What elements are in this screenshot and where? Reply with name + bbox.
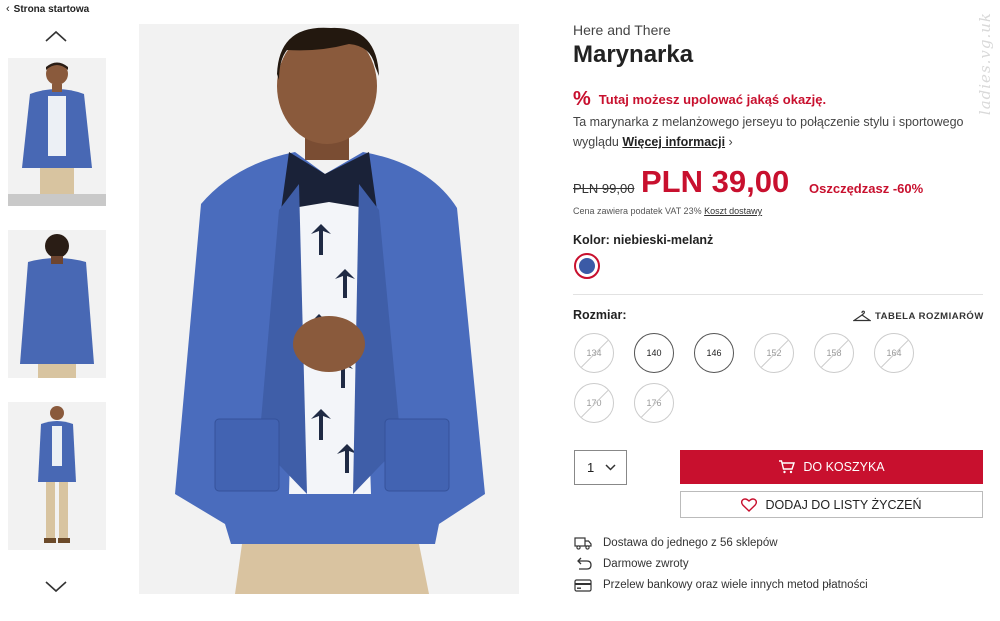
shipping-cost-link[interactable]: Koszt dostawy: [704, 206, 762, 216]
card-icon: [574, 579, 592, 592]
size-option-134: 134: [574, 333, 614, 373]
feature-delivery: Dostawa do jednego z 56 sklepów: [574, 536, 778, 550]
thumbnail-image: [8, 402, 106, 550]
product-title: Marynarka: [573, 41, 694, 68]
feature-returns: Darmowe zwroty: [574, 557, 689, 571]
savings-badge: Oszczędzasz -60%: [809, 181, 924, 196]
feature-text: Przelew bankowy oraz wiele innych metod …: [603, 579, 868, 591]
product-brand[interactable]: Here and There: [573, 22, 671, 38]
product-photo: [139, 24, 519, 594]
size-option-170: 170: [574, 383, 614, 423]
size-table-link[interactable]: TABELA ROZMIARÓW: [853, 310, 984, 322]
old-price: PLN 99,00: [573, 181, 635, 196]
feature-payment: Przelew bankowy oraz wiele innych metod …: [574, 578, 868, 592]
size-option-140[interactable]: 140: [634, 333, 674, 373]
cart-icon: [779, 460, 796, 474]
chevron-down-icon: [45, 581, 67, 593]
truck-icon: [574, 537, 592, 550]
watermark: ladies.vg.uk: [976, 12, 994, 116]
quantity-value: 1: [587, 460, 595, 475]
chevron-down-icon: [605, 464, 616, 471]
size-option-176: 176: [634, 383, 674, 423]
more-info-link[interactable]: Więcej informacji: [622, 135, 725, 149]
thumbnail-image: [8, 230, 106, 378]
thumbnails-down-button[interactable]: [44, 580, 68, 594]
size-option-146[interactable]: 146: [694, 333, 734, 373]
hanger-icon: [853, 310, 871, 322]
deal-text: Tutaj możesz upolować jakąś okazję.: [598, 92, 827, 107]
product-thumbnail-front[interactable]: [8, 58, 106, 206]
product-thumbnail-full[interactable]: [8, 402, 106, 550]
back-link-label: Strona startowa: [13, 3, 90, 15]
thumbnails-up-button[interactable]: [44, 29, 68, 43]
add-to-cart-label: DO KOSZYKA: [803, 460, 885, 474]
heart-icon: [741, 497, 758, 512]
quantity-select[interactable]: 1: [574, 450, 627, 485]
deal-banner: % Tutaj możesz upolować jakąś okazję.: [573, 88, 826, 111]
size-option-152: 152: [754, 333, 794, 373]
size-table-label: TABELA ROZMIARÓW: [875, 310, 984, 322]
feature-text: Darmowe zwroty: [603, 558, 689, 570]
chevron-left-icon: ‹: [6, 3, 10, 15]
product-thumbnail-back[interactable]: [8, 230, 106, 378]
product-main-image[interactable]: [139, 24, 519, 594]
percent-icon: %: [573, 88, 591, 110]
swatch-fill: [579, 258, 595, 274]
thumbnail-image: [8, 58, 106, 194]
return-icon: [577, 557, 592, 570]
color-label: Kolor: niebieski-melanż: [573, 233, 714, 247]
vat-info: Cena zawiera podatek VAT 23% Koszt dosta…: [573, 206, 762, 216]
add-to-cart-button[interactable]: DO KOSZYKA: [680, 450, 983, 484]
size-label: Rozmiar:: [573, 308, 627, 322]
feature-text: Dostawa do jednego z 56 sklepów: [603, 537, 778, 549]
add-to-wishlist-label: DODAJ DO LISTY ŻYCZEŃ: [765, 497, 922, 512]
size-option-164: 164: [874, 333, 914, 373]
chevron-right-icon: ›: [728, 135, 733, 149]
add-to-wishlist-button[interactable]: DODAJ DO LISTY ŻYCZEŃ: [680, 491, 983, 518]
color-swatch-selected[interactable]: [574, 253, 600, 279]
divider: [573, 294, 983, 295]
size-option-158: 158: [814, 333, 854, 373]
chevron-up-icon: [45, 30, 67, 42]
current-price: PLN 39,00: [641, 164, 790, 199]
product-description: Ta marynarka z melanżowego jerseyu to po…: [573, 112, 973, 152]
vat-text: Cena zawiera podatek VAT 23%: [573, 206, 702, 216]
back-link[interactable]: ‹ Strona startowa: [6, 3, 89, 15]
